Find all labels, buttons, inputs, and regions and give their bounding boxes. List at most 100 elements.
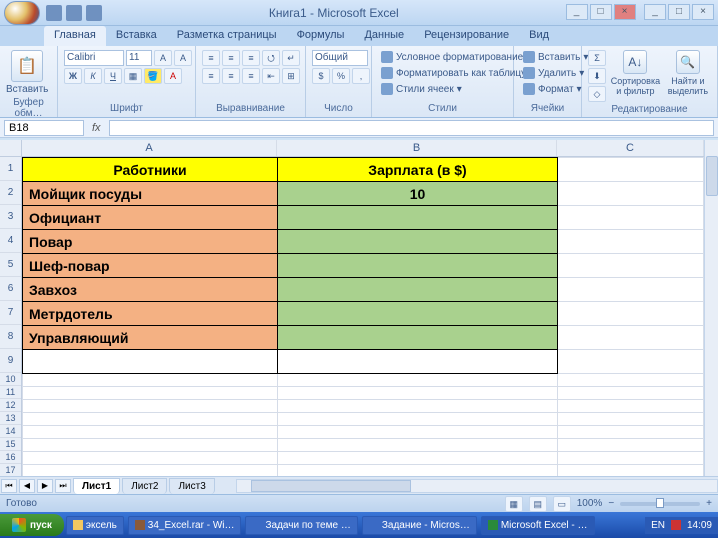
- zoom-label[interactable]: 100%: [577, 498, 603, 509]
- autosum-icon[interactable]: Σ: [588, 50, 606, 66]
- merge-icon[interactable]: ⊞: [282, 68, 300, 84]
- sheet-nav-prev[interactable]: ◀: [19, 479, 35, 493]
- tab-insert[interactable]: Вставка: [106, 26, 167, 46]
- cell-a4[interactable]: Повар: [23, 230, 278, 254]
- doc-maximize-button[interactable]: □: [668, 4, 690, 20]
- cell-c7[interactable]: [558, 302, 704, 326]
- cell-c3[interactable]: [558, 206, 704, 230]
- delete-cells-button[interactable]: Удалить ▾: [520, 66, 591, 80]
- font-color-icon[interactable]: A: [164, 68, 182, 84]
- sheet-tab-2[interactable]: Лист2: [122, 478, 167, 494]
- close-button[interactable]: ×: [614, 4, 636, 20]
- align-center-icon[interactable]: ≡: [222, 68, 240, 84]
- grow-font-icon[interactable]: A: [154, 50, 172, 66]
- wrap-text-icon[interactable]: ↵: [282, 50, 300, 66]
- column-headers[interactable]: A B C: [22, 140, 704, 157]
- taskbar-item-3[interactable]: Задание - Micros…: [362, 516, 477, 535]
- tab-review[interactable]: Рецензирование: [414, 26, 519, 46]
- italic-button[interactable]: К: [84, 68, 102, 84]
- office-button[interactable]: [4, 1, 40, 25]
- zoom-slider[interactable]: [620, 502, 700, 506]
- taskbar-item-1[interactable]: 34_Excel.rar - Wi…: [128, 516, 242, 535]
- view-layout-icon[interactable]: ▤: [529, 496, 547, 512]
- tray-icon[interactable]: [671, 520, 681, 530]
- align-middle-icon[interactable]: ≡: [222, 50, 240, 66]
- fx-icon[interactable]: fx: [88, 122, 105, 134]
- orientation-icon[interactable]: ⭯: [262, 50, 280, 66]
- bold-button[interactable]: Ж: [64, 68, 82, 84]
- name-box[interactable]: B18: [4, 120, 84, 136]
- cell-b8[interactable]: [278, 326, 558, 350]
- fill-icon[interactable]: ⬇: [588, 68, 606, 84]
- redo-icon[interactable]: [86, 5, 102, 21]
- col-header-b[interactable]: B: [277, 140, 557, 156]
- minimize-button[interactable]: _: [566, 4, 588, 20]
- cell-a7[interactable]: Метрдотель: [23, 302, 278, 326]
- cell-b5[interactable]: [278, 254, 558, 278]
- row-headers[interactable]: 123456789 10111213141516171819: [0, 140, 22, 476]
- align-left-icon[interactable]: ≡: [202, 68, 220, 84]
- underline-button[interactable]: Ч: [104, 68, 122, 84]
- font-name-combo[interactable]: Calibri: [64, 50, 124, 66]
- sort-filter-icon[interactable]: A↓: [623, 50, 647, 74]
- insert-cells-button[interactable]: Вставить ▾: [520, 50, 591, 64]
- language-indicator[interactable]: EN: [651, 520, 665, 531]
- cell-b6[interactable]: [278, 278, 558, 302]
- maximize-button[interactable]: □: [590, 4, 612, 20]
- tab-formulas[interactable]: Формулы: [287, 26, 355, 46]
- view-break-icon[interactable]: ▭: [553, 496, 571, 512]
- borders-icon[interactable]: ▦: [124, 68, 142, 84]
- cell-c9[interactable]: [558, 350, 704, 374]
- save-icon[interactable]: [46, 5, 62, 21]
- cell-a9[interactable]: [23, 350, 278, 374]
- vertical-scrollbar[interactable]: [704, 140, 718, 476]
- grid-area[interactable]: Работники Зарплата (в $) Мойщик посуды10…: [22, 157, 704, 476]
- cell-c2[interactable]: [558, 182, 704, 206]
- paste-icon[interactable]: 📋: [11, 50, 43, 82]
- cell-b3[interactable]: [278, 206, 558, 230]
- cell-a8[interactable]: Управляющий: [23, 326, 278, 350]
- taskbar-item-4[interactable]: Microsoft Excel - …: [481, 516, 595, 535]
- tab-view[interactable]: Вид: [519, 26, 559, 46]
- sheet-nav-last[interactable]: ⏭: [55, 479, 71, 493]
- sheet-nav-first[interactable]: ⏮: [1, 479, 17, 493]
- col-header-a[interactable]: A: [22, 140, 277, 156]
- sheet-tab-3[interactable]: Лист3: [169, 478, 214, 494]
- cell-c4[interactable]: [558, 230, 704, 254]
- cell-b2[interactable]: 10: [278, 182, 558, 206]
- tab-data[interactable]: Данные: [354, 26, 414, 46]
- cell-c5[interactable]: [558, 254, 704, 278]
- cell-a3[interactable]: Официант: [23, 206, 278, 230]
- format-cells-button[interactable]: Формат ▾: [520, 82, 591, 96]
- clear-icon[interactable]: ◇: [588, 86, 606, 102]
- cell-c8[interactable]: [558, 326, 704, 350]
- taskbar-item-2[interactable]: Задачи по теме …: [245, 516, 357, 535]
- indent-dec-icon[interactable]: ⇤: [262, 68, 280, 84]
- clock[interactable]: 14:09: [687, 520, 712, 531]
- comma-icon[interactable]: ,: [352, 68, 370, 84]
- col-header-c[interactable]: C: [557, 140, 704, 156]
- align-right-icon[interactable]: ≡: [242, 68, 260, 84]
- cell-b9[interactable]: [278, 350, 558, 374]
- cell-a6[interactable]: Завхоз: [23, 278, 278, 302]
- horizontal-scrollbar[interactable]: [236, 479, 718, 493]
- align-top-icon[interactable]: ≡: [202, 50, 220, 66]
- zoom-out-button[interactable]: −: [608, 498, 614, 509]
- shrink-font-icon[interactable]: A: [174, 50, 192, 66]
- sheet-tab-1[interactable]: Лист1: [73, 478, 120, 494]
- cell-c6[interactable]: [558, 278, 704, 302]
- cell-c1[interactable]: [558, 158, 704, 182]
- fill-color-icon[interactable]: 🪣: [144, 68, 162, 84]
- currency-icon[interactable]: $: [312, 68, 330, 84]
- zoom-in-button[interactable]: +: [706, 498, 712, 509]
- percent-icon[interactable]: %: [332, 68, 350, 84]
- cell-b4[interactable]: [278, 230, 558, 254]
- cell-b7[interactable]: [278, 302, 558, 326]
- formula-bar[interactable]: [109, 120, 714, 136]
- view-normal-icon[interactable]: ▦: [505, 496, 523, 512]
- sheet-nav-next[interactable]: ▶: [37, 479, 53, 493]
- header-salary[interactable]: Зарплата (в $): [278, 158, 558, 182]
- start-button[interactable]: пуск: [0, 514, 64, 536]
- cell-a5[interactable]: Шеф-повар: [23, 254, 278, 278]
- cell-a2[interactable]: Мойщик посуды: [23, 182, 278, 206]
